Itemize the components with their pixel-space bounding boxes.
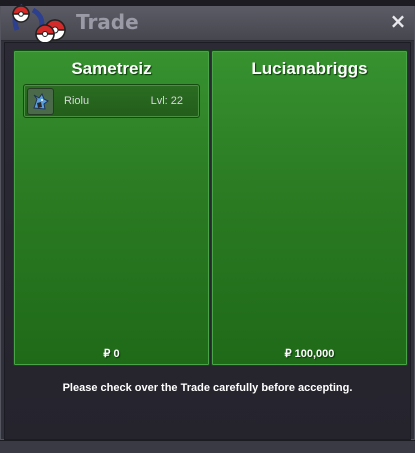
trade-item-slot[interactable]: Riolu Lvl: 22 bbox=[23, 84, 200, 118]
close-button[interactable]: × bbox=[388, 11, 408, 31]
left-trader-name: Sametreiz bbox=[71, 59, 152, 78]
left-trader-money: ₽ 0 bbox=[103, 348, 120, 360]
trade-window: Trade × Sametreiz Riolu Lvl: 22 ₽ 0 Luci… bbox=[0, 3, 415, 440]
title-bar[interactable]: Trade × bbox=[1, 3, 414, 44]
trade-item-level: Lvl: 22 bbox=[150, 95, 183, 107]
left-trader-panel: Sametreiz Riolu Lvl: 22 ₽ 0 bbox=[13, 50, 210, 366]
trade-item-name: Riolu bbox=[64, 95, 90, 107]
right-trader-money: ₽ 100,000 bbox=[284, 348, 335, 360]
window-title: Trade bbox=[76, 10, 139, 34]
pokeball-logo-icon bbox=[12, 3, 66, 44]
right-trader-name: Lucianabriggs bbox=[251, 59, 368, 78]
trade-warning-message: Please check over the Trade carefully be… bbox=[62, 382, 353, 394]
right-trader-panel: Lucianabriggs ₽ 100,000 bbox=[211, 50, 408, 366]
riolu-sprite-icon bbox=[27, 88, 54, 115]
trade-content: Sametreiz Riolu Lvl: 22 ₽ 0 Lucianabrigg… bbox=[4, 42, 411, 440]
